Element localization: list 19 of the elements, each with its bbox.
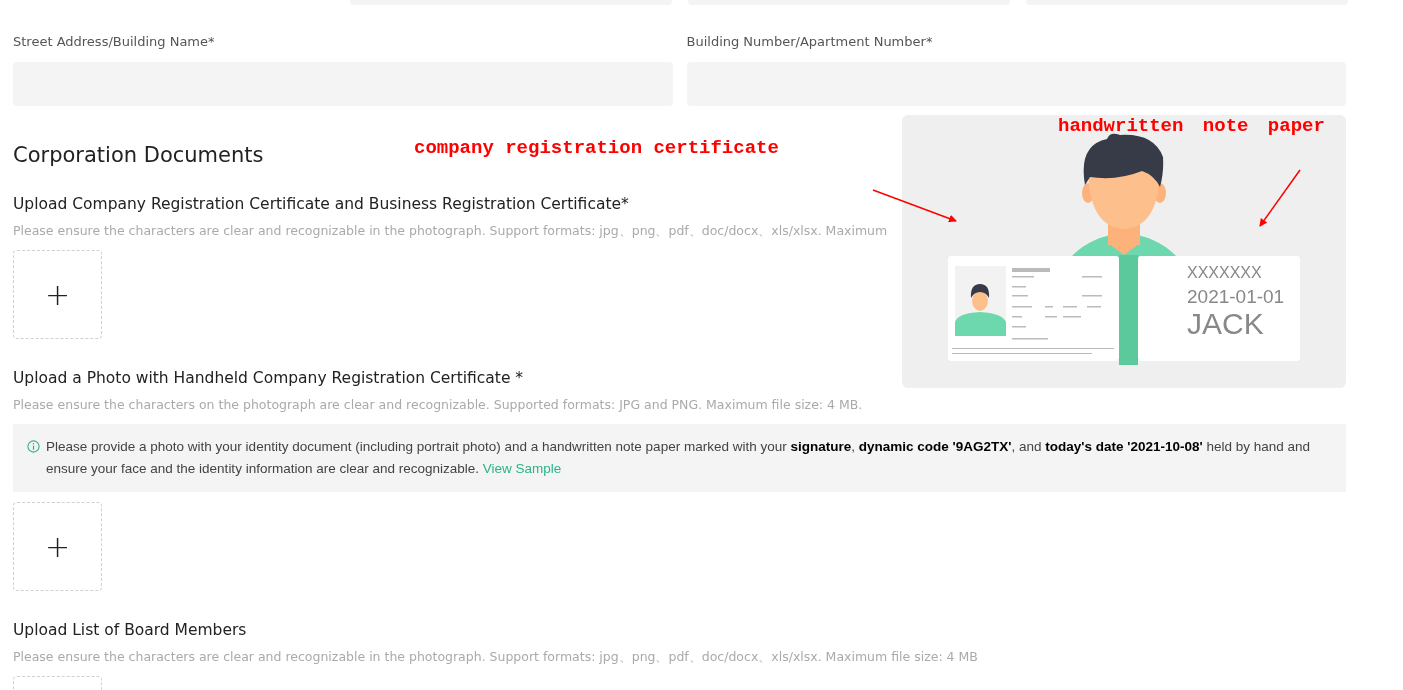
upload-hint: Please ensure the characters are clear and recognizable in the photograph. Support formats: jpg、png、pdf、doc/docx、xls/xlsx. Maximum file size: 4 MB — [13, 648, 978, 666]
notice-text: Please provide a photo with your identity document (including portrait photo) and a handwritten note paper marked with your signature, dynamic code '9AG2TX', and today's date '2021-10-08' held by hand and ensure your face and the identity information are clear and recognizable. View Sample — [46, 438, 1312, 478]
section-title: Corporation Documents — [13, 142, 264, 169]
upload-title: Upload a Photo with Handheld Company Registration Certificate * — [13, 368, 524, 389]
upload-title: Upload List of Board Members — [13, 620, 247, 641]
upload-button[interactable]: + — [13, 502, 102, 591]
annotation-label: company registration certificate — [414, 137, 779, 159]
upload-hint: Please ensure the characters are clear and recognizable in the photograph. Support formats: jpg、png、pdf、doc/docx、xls/xlsx. Maximum — [13, 222, 888, 240]
info-icon — [27, 440, 40, 453]
upload-hint: Please ensure the characters on the photograph are clear and recognizable. Supported formats: JPG and PNG. Maximum file size: 4 MB. — [13, 396, 863, 414]
field-label: Street Address/Building Name* — [13, 33, 215, 51]
upload-title: Upload Company Registration Certificate and Business Registration Certificate* — [13, 194, 629, 215]
annotation-arrow — [1259, 169, 1301, 227]
upload-button[interactable]: + — [13, 250, 102, 339]
note-text: XXXXXXX — [1187, 264, 1262, 283]
field-label: Building Number/Apartment Number* — [686, 33, 933, 51]
note-text: JACK — [1187, 308, 1264, 341]
note-text: 2021-01-01 — [1187, 286, 1285, 309]
annotation-label: handwritten note paper — [1058, 115, 1325, 137]
